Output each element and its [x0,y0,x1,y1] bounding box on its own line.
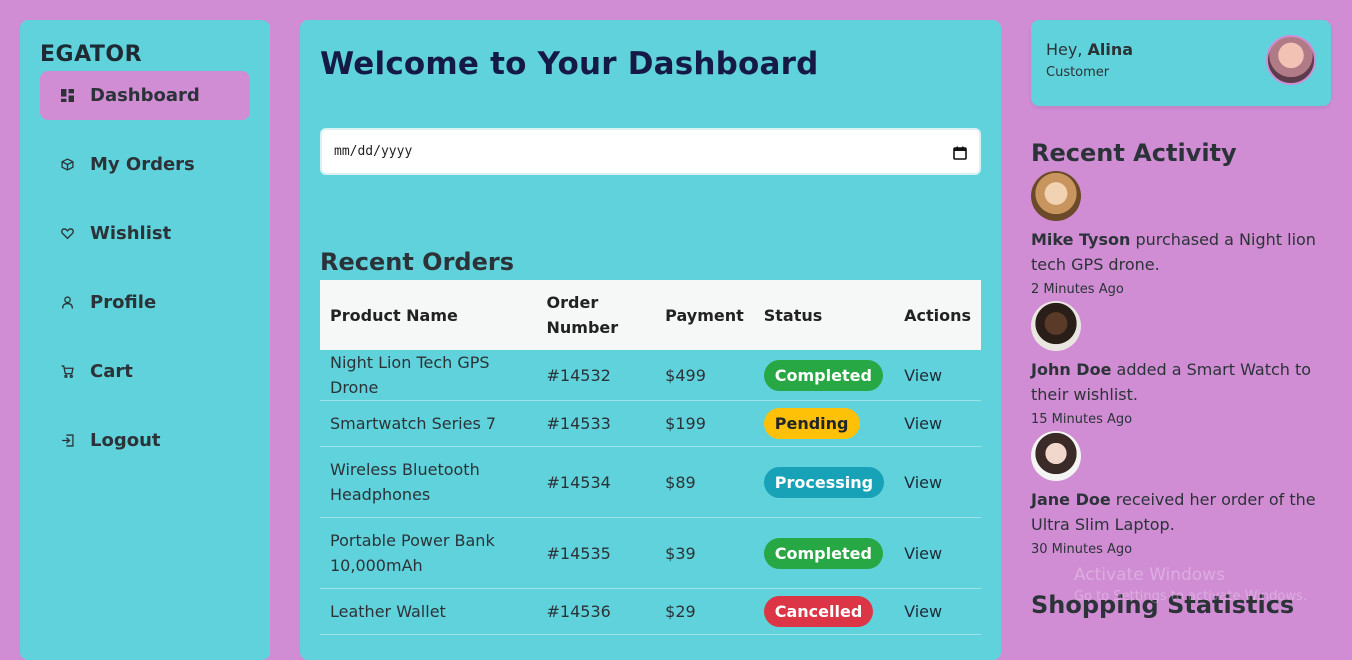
order-number: #14536 [536,588,656,635]
actions-cell: View [894,400,981,447]
sidebar-item-label: My Orders [90,154,195,175]
product-name: Night Lion Tech GPS Drone [320,350,537,401]
activity-user: Jane Doe [1031,490,1111,509]
watermark-subtitle: Go to Settings to activate Windows. [1074,589,1307,604]
brand-logo[interactable]: EGATOR [40,42,250,67]
product-name: Smartwatch Series 7 [320,400,537,447]
product-name: Wireless Bluetooth Headphones [320,446,537,518]
status-badge: Pending [763,408,860,439]
date-input[interactable]: mm/dd/yyyy [320,128,981,175]
page-title: Welcome to Your Dashboard [320,46,819,82]
sidebar-item-label: Logout [90,430,161,451]
column-header: Actions [904,305,971,325]
user-icon [60,296,74,310]
product-name: Leather Wallet [320,588,537,635]
status-badge: Completed [763,359,883,391]
sidebar-item-label: Dashboard [90,85,200,106]
order-number: #14533 [536,400,656,447]
heart-icon [60,227,74,241]
calendar-icon[interactable] [953,145,967,160]
logout-icon [60,434,74,448]
table-row: Portable Power Bank 10,000mAh #14535 $39… [320,517,981,589]
actions-cell: View [894,350,981,401]
cart-icon [60,365,74,379]
activity-text: Mike Tyson purchased a Night lion tech G… [1031,227,1331,277]
sidebar-nav: Dashboard My Orders Wishlist Profile Car… [40,71,250,465]
recent-orders-title: Recent Orders [320,248,514,276]
sidebar-item-wishlist[interactable]: Wishlist [40,209,250,258]
column-header: Order Number [546,293,619,337]
payment: $199 [655,400,754,447]
status-cell: Processing [753,446,895,518]
activity-item: Mike Tyson purchased a Night lion tech G… [1031,171,1331,297]
recent-activity-title: Recent Activity [1031,139,1237,167]
activity-time: 30 Minutes Ago [1031,542,1133,557]
activity-item: John Doe added a Smart Watch to their wi… [1031,301,1331,427]
orders-table: Product Name Order Number Payment Status… [320,280,981,635]
actions-cell: View [894,517,981,589]
status-cell: Completed [753,350,895,401]
sidebar-item-cart[interactable]: Cart [40,347,250,396]
activity-avatar [1031,301,1081,351]
column-header: Status [763,305,823,325]
windows-activation-watermark: Activate Windows Go to Settings to activ… [1074,564,1307,608]
order-number: #14532 [536,350,656,401]
view-link[interactable]: View [904,544,942,563]
activity-text: Jane Doe received her order of the Ultra… [1031,487,1331,537]
greeting-text: Hey, [1046,40,1083,59]
sidebar-item-label: Cart [90,361,133,382]
order-number: #14534 [536,446,656,518]
column-header: Product Name [330,305,458,325]
status-badge: Cancelled [763,596,874,627]
status-cell: Completed [753,517,895,589]
sidebar-item-logout[interactable]: Logout [40,416,250,465]
status-badge: Completed [763,537,883,569]
order-number: #14535 [536,517,656,589]
activity-user: John Doe [1031,360,1112,379]
activity-avatar [1031,431,1081,481]
view-link[interactable]: View [904,473,942,492]
watermark-title: Activate Windows [1074,565,1225,585]
user-card: Hey, Alina Customer [1031,20,1331,106]
payment: $499 [655,350,754,401]
table-row: Smartwatch Series 7 #14533 $199 Pending … [320,400,981,447]
sidebar-item-label: Profile [90,292,157,313]
sidebar-item-label: Wishlist [90,223,172,244]
activity-item: Jane Doe received her order of the Ultra… [1031,431,1331,557]
sidebar-item-profile[interactable]: Profile [40,278,250,327]
status-badge: Processing [763,466,885,498]
table-row: Wireless Bluetooth Headphones #14534 $89… [320,446,981,518]
view-link[interactable]: View [904,366,942,385]
date-placeholder: mm/dd/yyyy [334,144,413,159]
avatar[interactable] [1266,35,1316,85]
payment: $39 [655,517,754,589]
table-row: Night Lion Tech GPS Drone #14532 $499 Co… [320,350,981,401]
right-panel: Hey, Alina Customer Recent Activity Mike… [1031,20,1331,619]
activity-time: 2 Minutes Ago [1031,282,1124,297]
activity-text: John Doe added a Smart Watch to their wi… [1031,357,1331,407]
product-name: Portable Power Bank 10,000mAh [320,517,537,589]
status-cell: Cancelled [753,588,895,635]
status-cell: Pending [753,400,895,447]
sidebar-item-dashboard[interactable]: Dashboard [40,71,250,120]
activity-avatar [1031,171,1081,221]
column-header: Payment [665,305,744,325]
main-panel: Welcome to Your Dashboard mm/dd/yyyy Rec… [300,20,1001,660]
sidebar: EGATOR Dashboard My Orders Wishlist Prof… [20,20,270,660]
actions-cell: View [894,446,981,518]
view-link[interactable]: View [904,602,942,621]
table-header-row: Product Name Order Number Payment Status… [320,280,981,350]
actions-cell: View [894,588,981,635]
activity-user: Mike Tyson [1031,230,1131,249]
activity-time: 15 Minutes Ago [1031,412,1133,427]
table-row: Leather Wallet #14536 $29 Cancelled View [320,588,981,635]
sidebar-item-my-orders[interactable]: My Orders [40,140,250,189]
box-icon [60,158,74,172]
view-link[interactable]: View [904,414,942,433]
user-name: Alina [1087,40,1134,59]
dashboard-icon [60,89,74,103]
payment: $29 [655,588,754,635]
payment: $89 [655,446,754,518]
